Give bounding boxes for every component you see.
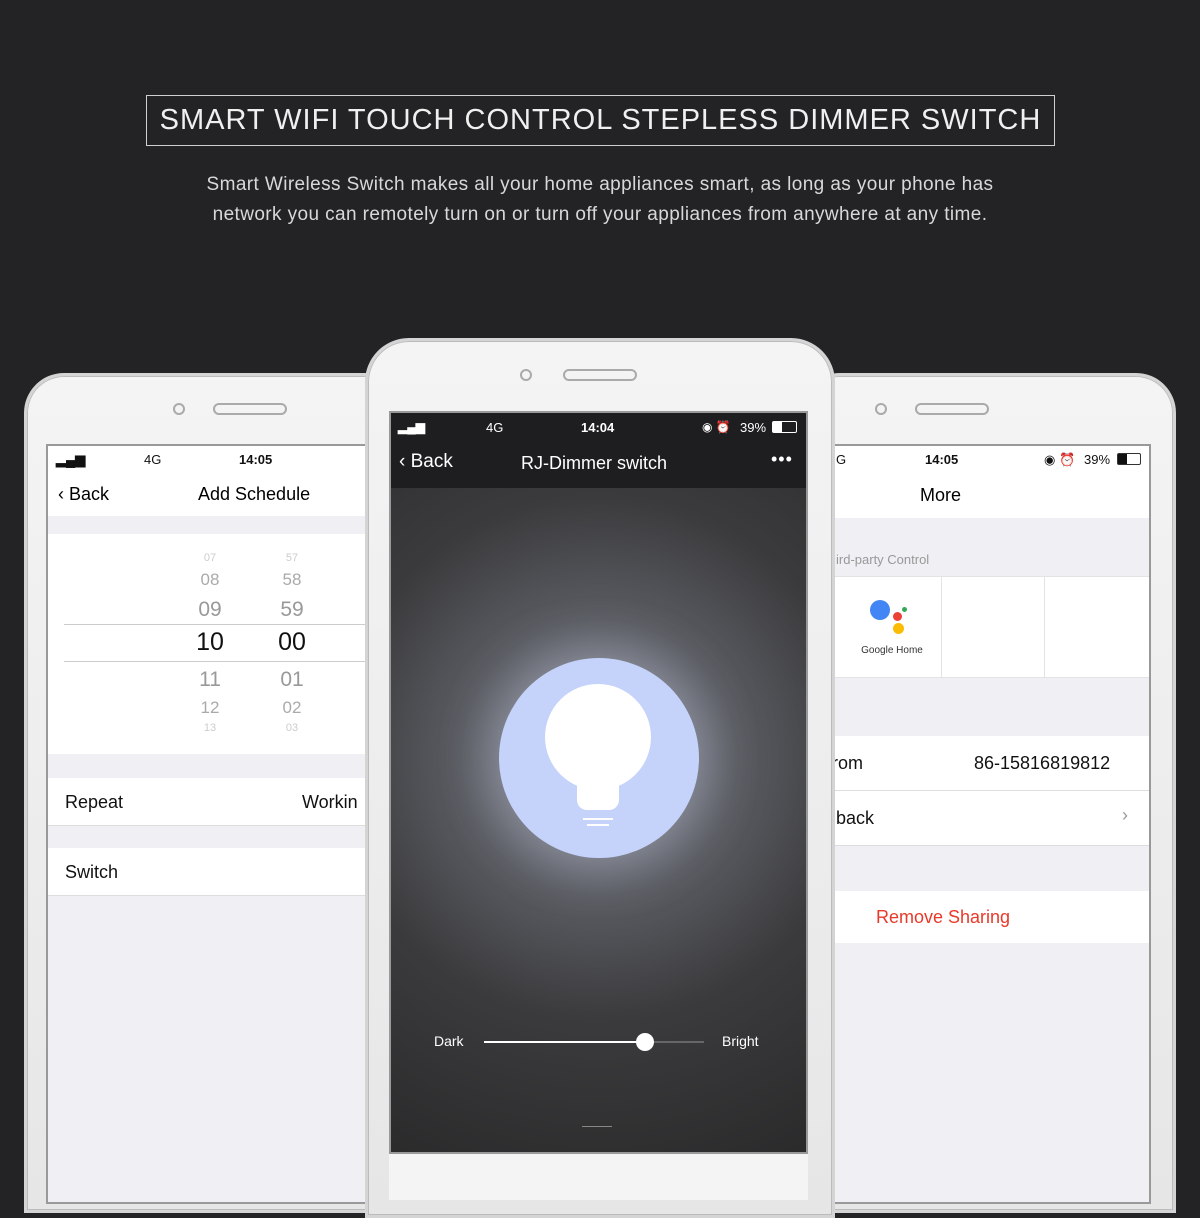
from-value: 86-15816819812	[974, 753, 1111, 773]
speaker-icon	[213, 403, 287, 415]
picker-value[interactable]: 08	[180, 570, 240, 590]
feedback-label: back	[836, 808, 875, 828]
speaker-icon	[915, 403, 989, 415]
status-time: 14:05	[925, 452, 959, 467]
chevron-down-icon[interactable]	[582, 1113, 612, 1127]
picker-value[interactable]: 03	[262, 722, 322, 734]
speaker-icon	[563, 369, 637, 381]
back-button[interactable]: ‹ Back	[58, 484, 109, 505]
center-screen: ▂▄▆ 4G 14:04 ◉ ⏰ 39% ‹ Back RJ-Dimmer sw…	[389, 411, 808, 1154]
signal-icon: ▂▄▆	[398, 420, 425, 434]
camera-icon	[520, 369, 532, 381]
camera-icon	[173, 403, 185, 415]
status-time: 14:04	[581, 420, 615, 435]
google-home-label: Google Home	[861, 645, 923, 656]
alarm-icon: ◉ ⏰	[702, 420, 731, 434]
nav-title: More	[920, 485, 962, 505]
page-subtitle: Smart Wireless Switch makes all your hom…	[100, 170, 1100, 230]
slider-min-label: Dark	[434, 1033, 464, 1049]
network: 4G	[144, 452, 162, 467]
nav-title: Add Schedule	[198, 484, 311, 504]
google-home-logo-icon	[870, 600, 890, 620]
picker-value[interactable]: 11	[180, 668, 240, 692]
more-menu-button[interactable]: •••	[771, 449, 793, 470]
switch-label: Switch	[65, 862, 119, 882]
nav-title: RJ-Dimmer switch	[521, 453, 667, 473]
camera-icon	[875, 403, 887, 415]
left-screen: ▂▄▆ 4G 14:05 ‹ Back Add Schedule 07 08 09 1…	[46, 444, 376, 1204]
back-label: Back	[69, 484, 110, 504]
remove-sharing-label: Remove Sharing	[876, 907, 1011, 927]
picker-value[interactable]: 57	[262, 552, 322, 564]
network: G	[836, 452, 847, 467]
feedback-row[interactable]: back ›	[822, 791, 1149, 846]
signal-icon: ▂▄▆	[56, 452, 86, 467]
back-button[interactable]: ‹ Back	[399, 451, 453, 473]
picker-value[interactable]: 00	[262, 628, 322, 657]
google-home-tile[interactable]: Google Home	[822, 577, 942, 677]
page-title: SMART WIFI TOUCH CONTROL STEPLESS DIMMER…	[146, 95, 1055, 146]
status-time: 14:05	[239, 452, 273, 467]
picker-value[interactable]: 12	[180, 698, 240, 718]
repeat-row[interactable]: Repeat Workin	[48, 778, 374, 826]
repeat-label: Repeat	[65, 792, 124, 812]
light-bulb-button[interactable]	[499, 658, 699, 858]
picker-value[interactable]: 13	[180, 722, 240, 734]
battery-percent: 39%	[740, 420, 767, 435]
picker-value[interactable]: 58	[262, 570, 322, 590]
chevron-left-icon: ‹	[399, 451, 406, 472]
picker-value[interactable]: 59	[262, 598, 322, 622]
battery-percent: 39%	[1084, 452, 1111, 467]
shared-from-row: rom 86-15816819812	[822, 736, 1149, 791]
picker-value[interactable]: 01	[262, 668, 322, 692]
switch-row[interactable]: Switch	[48, 848, 374, 896]
picker-value[interactable]: 09	[180, 598, 240, 622]
section-header: ird-party Control	[836, 552, 930, 567]
slider-max-label: Bright	[722, 1033, 759, 1049]
right-screen: G 14:05 ◉ ⏰ 39% More ird-party Control G…	[820, 444, 1151, 1204]
from-label: rom	[832, 753, 863, 773]
picker-value[interactable]: 10	[180, 628, 240, 657]
chevron-left-icon: ‹	[58, 484, 64, 504]
subtitle-line: network you can remotely turn on or turn…	[212, 204, 988, 225]
chevron-right-icon: ›	[1122, 805, 1128, 825]
remove-sharing-button[interactable]: Remove Sharing	[822, 891, 1149, 943]
alarm-icon: ◉ ⏰	[1044, 452, 1076, 467]
brightness-slider[interactable]	[484, 1033, 704, 1051]
battery-icon	[1117, 453, 1141, 465]
back-label: Back	[410, 451, 453, 472]
slider-thumb[interactable]	[635, 1033, 654, 1051]
network: 4G	[486, 420, 504, 435]
picker-value[interactable]: 07	[180, 552, 240, 564]
repeat-value: Workin	[302, 792, 358, 812]
time-picker[interactable]: 07 08 09 10 11 12 13 57 58 59 00 01 02 03	[48, 534, 374, 754]
picker-value[interactable]: 02	[262, 698, 322, 718]
battery-icon	[772, 421, 797, 433]
subtitle-line: Smart Wireless Switch makes all your hom…	[206, 174, 994, 195]
